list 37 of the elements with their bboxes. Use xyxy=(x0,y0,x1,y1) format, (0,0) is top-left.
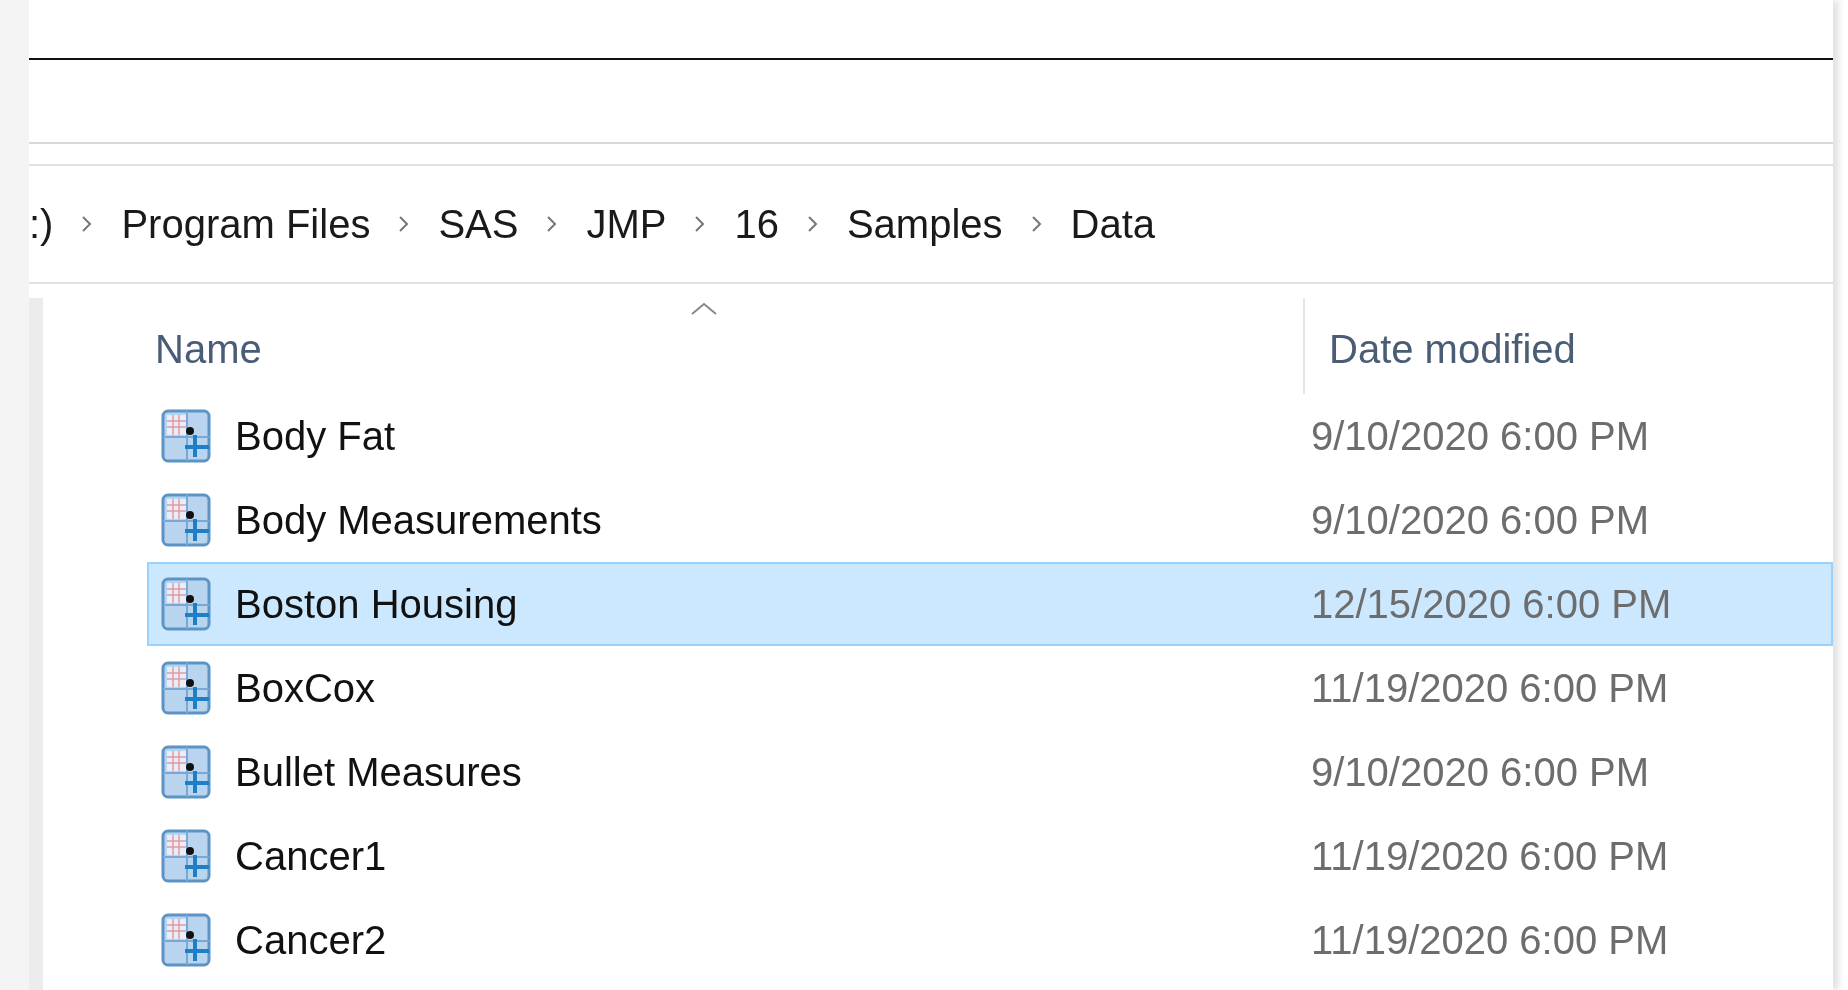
file-row[interactable]: BoxCox 11/19/2020 6:00 PM xyxy=(147,646,1833,730)
sort-caret-icon xyxy=(690,302,719,316)
chevron-icon xyxy=(1030,215,1043,233)
date-modified: 11/19/2020 6:00 PM xyxy=(1311,833,1669,879)
breadcrumb-item[interactable]: :) xyxy=(29,202,54,246)
file-name: Body Measurements xyxy=(235,497,602,543)
file-name: Cancer1 xyxy=(235,833,387,879)
chevron-icon xyxy=(694,215,707,233)
file-name: Boston Housing xyxy=(235,581,518,627)
file-row[interactable]: Cancer2 11/19/2020 6:00 PM xyxy=(147,898,1833,982)
file-name: BoxCox xyxy=(235,665,376,711)
breadcrumb-item[interactable]: 16 xyxy=(734,202,779,246)
breadcrumb-item[interactable]: Program Files xyxy=(121,202,371,246)
file-row[interactable]: Cancer1 11/19/2020 6:00 PM xyxy=(147,814,1833,898)
date-modified: 9/10/2020 6:00 PM xyxy=(1311,749,1650,795)
breadcrumb-item[interactable]: Data xyxy=(1070,202,1156,246)
chevron-icon xyxy=(546,215,559,233)
file-name: Bullet Measures xyxy=(235,749,522,795)
file-row[interactable]: Boston Housing 12/15/2020 6:00 PM xyxy=(147,562,1833,646)
chevron-icon xyxy=(398,215,411,233)
file-row[interactable]: Bullet Measures 9/10/2020 6:00 PM xyxy=(147,730,1833,814)
column-header[interactable]: Name xyxy=(147,298,1305,394)
date-modified: 9/10/2020 6:00 PM xyxy=(1311,413,1650,459)
file-name: Cancer2 xyxy=(235,917,387,963)
breadcrumb-item[interactable]: Samples xyxy=(846,202,1003,246)
column-header[interactable]: Date modified xyxy=(1305,298,1576,394)
file-name: Body Fat xyxy=(235,413,396,459)
file-row[interactable]: Body Measurements 9/10/2020 6:00 PM xyxy=(147,478,1833,562)
file-row[interactable]: Body Fat 9/10/2020 6:00 PM xyxy=(147,394,1833,478)
breadcrumb-item[interactable]: SAS xyxy=(438,202,519,246)
date-modified: 12/15/2020 6:00 PM xyxy=(1311,581,1672,627)
chevron-icon xyxy=(806,215,819,233)
date-modified: 11/19/2020 6:00 PM xyxy=(1311,665,1669,711)
date-modified: 9/10/2020 6:00 PM xyxy=(1311,497,1650,543)
date-modified: 11/19/2020 6:00 PM xyxy=(1311,917,1669,963)
breadcrumb-item[interactable]: JMP xyxy=(586,202,667,246)
chevron-icon xyxy=(81,215,94,233)
